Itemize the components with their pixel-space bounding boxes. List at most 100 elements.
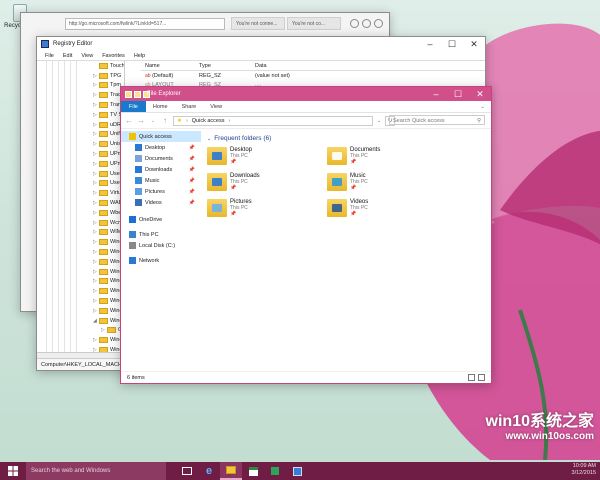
watermark-title: win10系统之家 [485, 413, 594, 430]
taskbar-file-explorer[interactable] [220, 462, 242, 480]
explorer-content[interactable]: ⌄ Frequent folders (6) Desktop This PC 📌 Do… [203, 131, 491, 371]
pin-icon: 📌 [188, 188, 195, 195]
folder-icon [99, 180, 108, 187]
taskbar-store[interactable] [242, 462, 264, 480]
pin-icon: 📌 [230, 159, 237, 165]
folder-tile[interactable]: Desktop This PC 📌 [207, 147, 317, 173]
nav-item-label: This PC [139, 231, 159, 238]
tab-view[interactable]: View [203, 101, 229, 112]
nav-item[interactable]: Network [121, 255, 201, 266]
details-view-icon[interactable] [468, 374, 475, 381]
close-button[interactable]: ✕ [463, 37, 485, 51]
nav-item-label: Quick access [139, 133, 172, 140]
explorer-titlebar[interactable]: File Explorer – ☐ ✕ [121, 87, 491, 101]
task-view-button[interactable] [176, 462, 198, 480]
ribbon-expand-icon[interactable]: ⌄ [474, 101, 491, 112]
file-explorer-window[interactable]: File Explorer – ☐ ✕ File Home Share View… [120, 86, 492, 384]
address-quick-access[interactable]: Quick access [192, 118, 225, 124]
nav-item[interactable]: Documents 📌 [121, 153, 201, 164]
back-button[interactable]: ← [125, 116, 133, 125]
value-type: REG_SZ [199, 72, 222, 79]
registry-tree[interactable]: TouchPrediction▷TPG▷Tpm▷Tracing▷Transact… [37, 61, 125, 358]
nav-item[interactable]: Desktop 📌 [121, 142, 201, 153]
pin-icon: 📌 [188, 155, 195, 162]
folder-icon [99, 219, 108, 226]
nav-item[interactable]: OneDrive [121, 214, 201, 225]
file-explorer-icon [226, 466, 236, 474]
favorites-icon[interactable] [362, 19, 371, 28]
navigation-pane[interactable]: Quick access Desktop 📌 Documents 📌 Downloads 📌… [121, 131, 201, 371]
taskbar-registry[interactable] [286, 462, 308, 480]
taskbar-app[interactable] [264, 462, 286, 480]
home-icon[interactable] [350, 19, 359, 28]
section-title: Frequent folders (6) [214, 135, 272, 142]
search-input[interactable]: Search Quick access ⚲ [389, 115, 485, 125]
address-dropdown-icon[interactable]: ⌄ [377, 118, 381, 124]
minimize-button[interactable]: – [425, 87, 447, 101]
minimize-button[interactable]: – [419, 37, 441, 51]
value-row[interactable]: ab (Default) REG_SZ (value not set) [141, 71, 485, 80]
system-tray[interactable]: 10:09 AM 3/12/2015 [572, 463, 596, 477]
nav-item[interactable]: Videos 📌 [121, 197, 201, 208]
folder-tile[interactable]: Documents This PC 📌 [327, 147, 437, 173]
clock-time: 10:09 AM [572, 463, 596, 469]
pin-icon: 📌 [350, 159, 357, 165]
menu-view[interactable]: View [81, 53, 93, 59]
tab-share[interactable]: Share [175, 101, 204, 112]
large-icons-view-icon[interactable] [478, 374, 485, 381]
nav-item[interactable]: Local Disk (C:) [121, 240, 201, 251]
menu-edit[interactable]: Edit [63, 53, 72, 59]
folder-icon [99, 337, 108, 344]
tab-home[interactable]: Home [146, 101, 175, 112]
explorer-address-bar[interactable]: ★ › Quick access › [173, 115, 373, 126]
maximize-button[interactable]: ☐ [447, 87, 469, 101]
ie-address-bar[interactable]: http://go.microsoft.com/fwlink/?LinkId=5… [65, 18, 225, 30]
pin-icon: 📌 [188, 177, 195, 184]
tab-file[interactable]: File [121, 101, 146, 112]
internet-explorer-icon: e [205, 465, 213, 477]
menu-file[interactable]: File [45, 53, 54, 59]
folder-tile[interactable]: Downloads This PC 📌 [207, 173, 317, 199]
folder-icon [99, 121, 108, 128]
taskbar-search-input[interactable]: Search the web and Windows [26, 462, 166, 480]
folder-tile[interactable]: Videos This PC 📌 [327, 199, 437, 225]
nav-item[interactable]: Pictures 📌 [121, 186, 201, 197]
nav-item[interactable]: Quick access [121, 131, 201, 142]
menu-favorites[interactable]: Favorites [102, 53, 125, 59]
section-header[interactable]: ⌄ Frequent folders (6) [203, 131, 491, 146]
ie-tab[interactable]: You're not conne... [231, 17, 285, 30]
column-data[interactable]: Data [255, 63, 485, 69]
nav-item-label: Local Disk (C:) [139, 242, 176, 249]
videos-icon [135, 199, 142, 206]
start-button[interactable] [0, 462, 26, 480]
nav-item-label: Videos [145, 199, 162, 206]
disk-icon [129, 242, 136, 249]
folder-tile[interactable]: Music This PC 📌 [327, 173, 437, 199]
up-button[interactable]: ↑ [161, 116, 169, 125]
recent-locations-button[interactable]: ⌄ [149, 118, 157, 124]
pin-icon: 📌 [230, 185, 237, 191]
music-icon [135, 177, 142, 184]
ie-tab[interactable]: You're not co... [287, 17, 341, 30]
registry-icon [41, 40, 49, 48]
nav-item[interactable]: Downloads 📌 [121, 164, 201, 175]
folder-tile[interactable]: Pictures This PC 📌 [207, 199, 317, 225]
chevron-down-icon: ⌄ [207, 135, 212, 142]
forward-button[interactable]: → [137, 116, 145, 125]
close-button[interactable]: ✕ [469, 87, 491, 101]
pin-icon: 📌 [188, 144, 195, 151]
folder-icon[interactable] [125, 90, 132, 98]
registry-titlebar[interactable]: Registry Editor – ☐ ✕ [37, 37, 485, 51]
column-name[interactable]: Name [141, 63, 199, 69]
nav-item[interactable]: This PC [121, 229, 201, 240]
folder-icon [99, 190, 108, 197]
column-type[interactable]: Type [199, 63, 255, 69]
taskbar-internet-explorer[interactable]: e [198, 462, 220, 480]
chevron-right-icon: › [185, 117, 188, 124]
maximize-button[interactable]: ☐ [441, 37, 463, 51]
menu-help[interactable]: Help [134, 53, 145, 59]
nav-item[interactable]: Music 📌 [121, 175, 201, 186]
settings-icon[interactable] [374, 19, 383, 28]
properties-icon[interactable] [134, 90, 141, 98]
folder-icon [99, 151, 108, 158]
